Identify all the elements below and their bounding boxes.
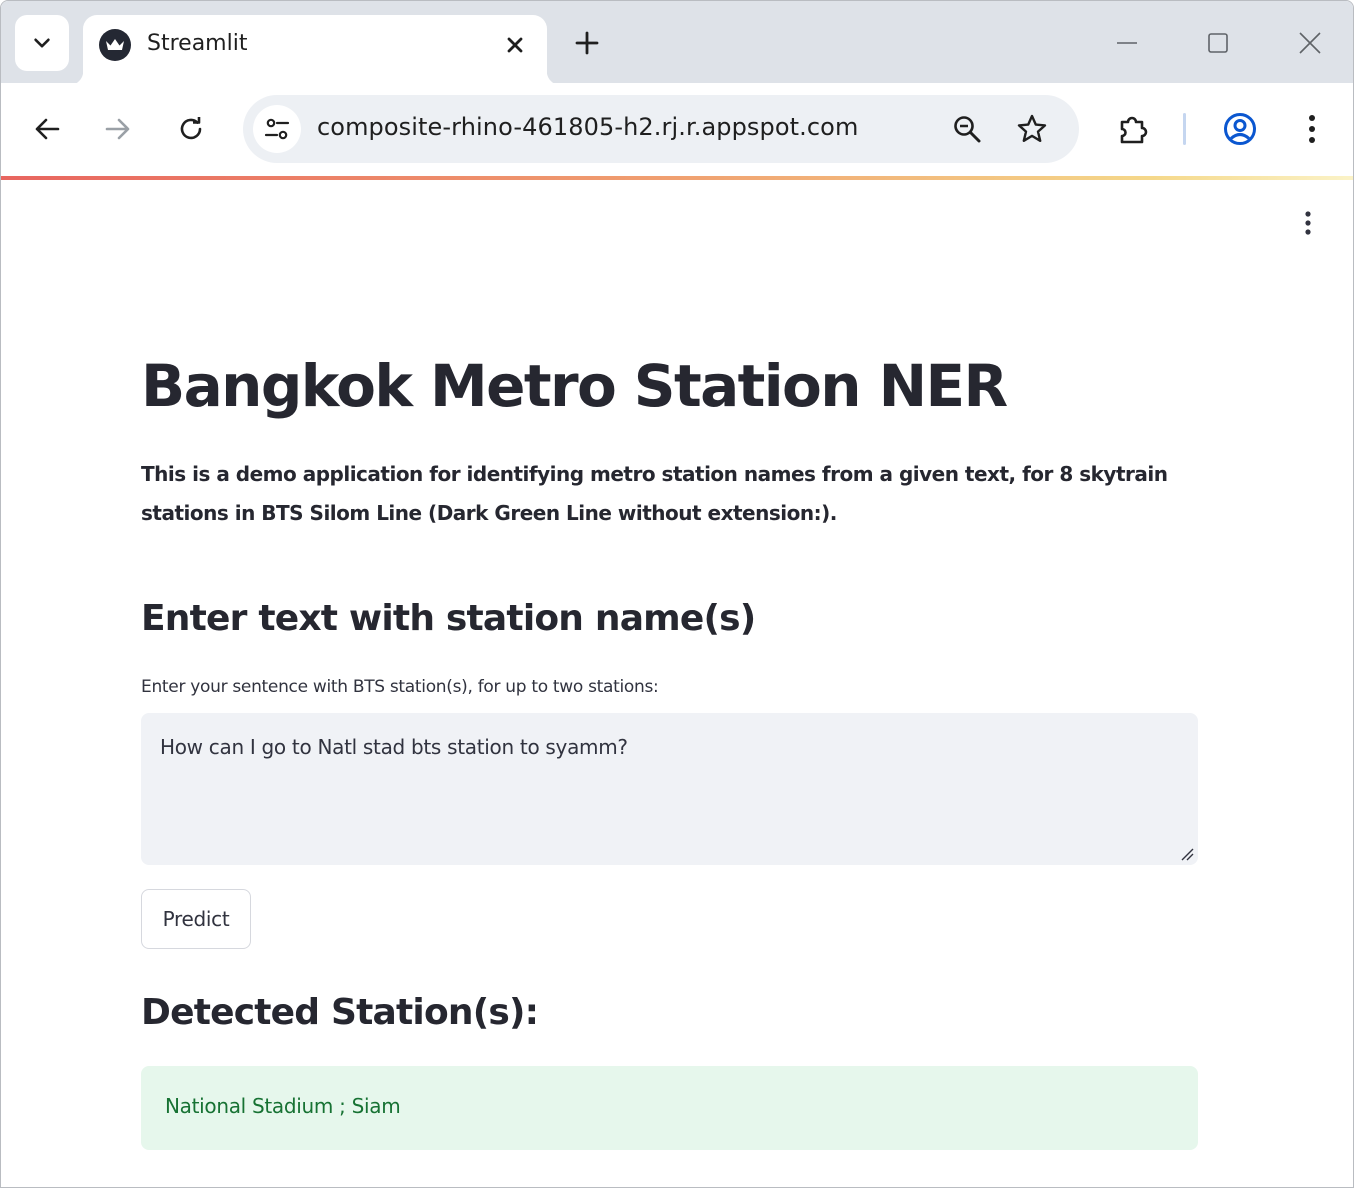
back-button[interactable]: [23, 105, 71, 153]
active-tab[interactable]: Streamlit: [69, 15, 561, 85]
tab-search-button[interactable]: [15, 15, 69, 71]
tab-title: Streamlit: [147, 31, 248, 56]
streamlit-crown-icon: [99, 29, 131, 61]
reload-button[interactable]: [167, 105, 215, 153]
tab-strip: Streamlit: [1, 1, 1353, 85]
zoom-button[interactable]: [945, 107, 989, 151]
arrow-left-icon: [35, 118, 60, 140]
kebab-menu-icon: [1305, 211, 1311, 235]
puzzle-icon: [1120, 116, 1148, 144]
browser-menu-button[interactable]: [1288, 105, 1336, 153]
star-icon: [1017, 114, 1047, 142]
tab-close-button[interactable]: [499, 29, 531, 61]
page-title: Bangkok Metro Station NER: [141, 352, 1008, 420]
minimize-icon: [1117, 42, 1137, 44]
result-section-title: Detected Station(s):: [141, 992, 539, 1033]
forward-button[interactable]: [94, 105, 142, 153]
detected-stations-text: National Stadium ; Siam: [165, 1094, 401, 1118]
maximize-button[interactable]: [1193, 23, 1243, 63]
arrow-right-icon: [105, 118, 130, 140]
streamlit-page: Bangkok Metro Station NER This is a demo…: [1, 180, 1353, 1187]
site-info-button[interactable]: [253, 105, 301, 153]
minimize-button[interactable]: [1102, 23, 1152, 63]
url-text[interactable]: composite-rhino-461805-h2.rj.r.appspot.c…: [317, 113, 858, 141]
predict-button[interactable]: Predict: [141, 889, 251, 949]
result-success-box: National Stadium ; Siam: [141, 1066, 1198, 1150]
resize-handle-icon[interactable]: [1180, 847, 1194, 861]
profile-button[interactable]: [1216, 105, 1264, 153]
sentence-textarea-value[interactable]: How can I go to Natl stad bts station to…: [160, 735, 628, 759]
chevron-down-icon: [34, 38, 50, 48]
reload-icon: [180, 117, 202, 140]
sentence-input-label: Enter your sentence with BTS station(s),…: [141, 677, 659, 697]
close-icon: [507, 37, 523, 53]
bookmark-button[interactable]: [1010, 107, 1054, 151]
close-icon: [1299, 32, 1321, 54]
tune-icon: [264, 118, 290, 140]
new-tab-button[interactable]: [567, 23, 607, 63]
extensions-button[interactable]: [1109, 105, 1157, 153]
plus-icon: [575, 31, 599, 55]
zoom-icon: [954, 116, 981, 143]
browser-window: Streamlit composite-rhino-461805-h2.rj.r…: [0, 0, 1354, 1188]
toolbar-divider: [1183, 113, 1186, 145]
close-window-button[interactable]: [1285, 23, 1335, 63]
browser-toolbar: composite-rhino-461805-h2.rj.r.appspot.c…: [1, 83, 1353, 177]
address-bar[interactable]: composite-rhino-461805-h2.rj.r.appspot.c…: [243, 95, 1079, 163]
app-menu-button[interactable]: [1291, 206, 1325, 240]
input-section-title: Enter text with station name(s): [141, 598, 756, 639]
maximize-icon: [1208, 33, 1228, 53]
kebab-menu-icon: [1309, 115, 1315, 143]
account-circle-icon: [1224, 113, 1256, 145]
app-description: This is a demo application for identifyi…: [141, 462, 1168, 525]
sentence-textarea[interactable]: How can I go to Natl stad bts station to…: [141, 713, 1198, 865]
